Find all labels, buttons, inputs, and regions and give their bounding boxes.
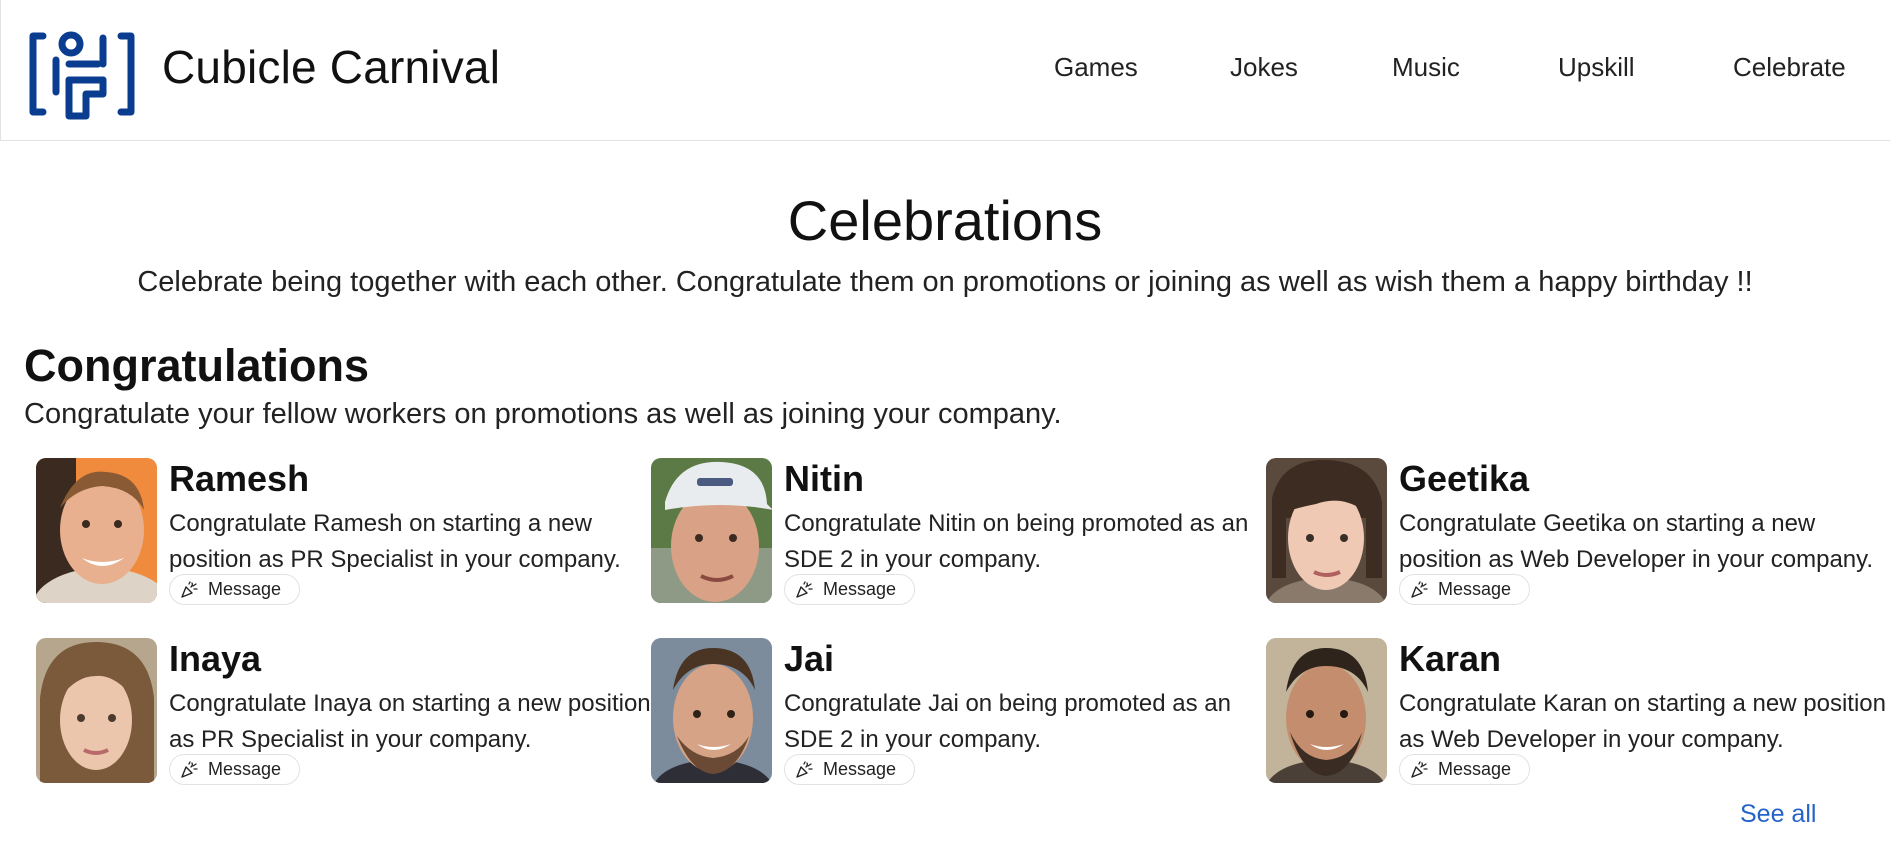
message-button-label: Message bbox=[1438, 759, 1512, 779]
party-popper-icon bbox=[181, 580, 198, 598]
section-title-congratulations: Congratulations bbox=[24, 340, 369, 391]
message-button[interactable]: Message bbox=[784, 574, 916, 605]
party-popper-icon bbox=[796, 580, 813, 598]
person-description: Congratulate Karan on starting a new pos… bbox=[1399, 690, 1886, 753]
party-popper-icon bbox=[796, 760, 813, 778]
party-popper-icon bbox=[181, 760, 198, 778]
page-subtitle: Celebrate being together with each other… bbox=[137, 266, 1753, 298]
cubicle-logo-icon[interactable] bbox=[29, 28, 135, 120]
avatar-nitin bbox=[651, 458, 772, 603]
message-button-label: Message bbox=[1438, 579, 1512, 599]
top-navbar: Cubicle Carnival Games Jokes Music Upski… bbox=[0, 0, 1890, 141]
person-name: Jai bbox=[784, 638, 835, 679]
message-button[interactable]: Message bbox=[169, 574, 301, 605]
message-button[interactable]: Message bbox=[1399, 754, 1531, 785]
section-subtitle: Congratulate your fellow workers on prom… bbox=[24, 398, 1062, 430]
nav-games[interactable]: Games bbox=[1054, 52, 1138, 83]
party-popper-icon bbox=[1411, 760, 1428, 778]
person-card-inaya: Inaya Congratulate Inaya on starting a n… bbox=[36, 638, 656, 785]
avatar-ramesh bbox=[36, 458, 157, 603]
person-description: Congratulate Geetika on starting a new p… bbox=[1399, 510, 1874, 573]
person-name: Inaya bbox=[169, 638, 262, 679]
person-description: Congratulate Ramesh on starting a new po… bbox=[169, 510, 621, 573]
avatar-karan bbox=[1266, 638, 1387, 783]
person-card-ramesh: Ramesh Congratulate Ramesh on starting a… bbox=[36, 458, 656, 605]
avatar-geetika bbox=[1266, 458, 1387, 603]
avatar-jai bbox=[651, 638, 772, 783]
person-description: Congratulate Nitin on being promoted as … bbox=[784, 510, 1249, 573]
brand-title[interactable]: Cubicle Carnival bbox=[162, 40, 500, 94]
see-all-link[interactable]: See all bbox=[1740, 800, 1816, 829]
nav-celebrate[interactable]: Celebrate bbox=[1733, 52, 1846, 83]
person-card-geetika: Geetika Congratulate Geetika on starting… bbox=[1266, 458, 1886, 605]
person-card-nitin: Nitin Congratulate Nitin on being promot… bbox=[651, 458, 1271, 605]
nav-jokes[interactable]: Jokes bbox=[1230, 52, 1298, 83]
nav-music[interactable]: Music bbox=[1392, 52, 1460, 83]
message-button-label: Message bbox=[823, 579, 897, 599]
party-popper-icon bbox=[1411, 580, 1428, 598]
person-description: Congratulate Jai on being promoted as an… bbox=[784, 690, 1231, 753]
avatar-inaya bbox=[36, 638, 157, 783]
person-name: Karan bbox=[1399, 638, 1502, 679]
nav-upskill[interactable]: Upskill bbox=[1558, 52, 1635, 83]
person-name: Geetika bbox=[1399, 458, 1530, 499]
page-title: Celebrations bbox=[787, 189, 1103, 252]
message-button[interactable]: Message bbox=[784, 754, 916, 785]
message-button-label: Message bbox=[208, 579, 282, 599]
message-button[interactable]: Message bbox=[169, 754, 301, 785]
message-button-label: Message bbox=[823, 759, 897, 779]
person-name: Ramesh bbox=[169, 458, 310, 499]
person-description: Congratulate Inaya on starting a new pos… bbox=[169, 690, 651, 753]
message-button-label: Message bbox=[208, 759, 282, 779]
message-button[interactable]: Message bbox=[1399, 574, 1531, 605]
person-card-karan: Karan Congratulate Karan on starting a n… bbox=[1266, 638, 1886, 785]
person-name: Nitin bbox=[784, 458, 864, 499]
person-card-jai: Jai Congratulate Jai on being promoted a… bbox=[651, 638, 1271, 785]
